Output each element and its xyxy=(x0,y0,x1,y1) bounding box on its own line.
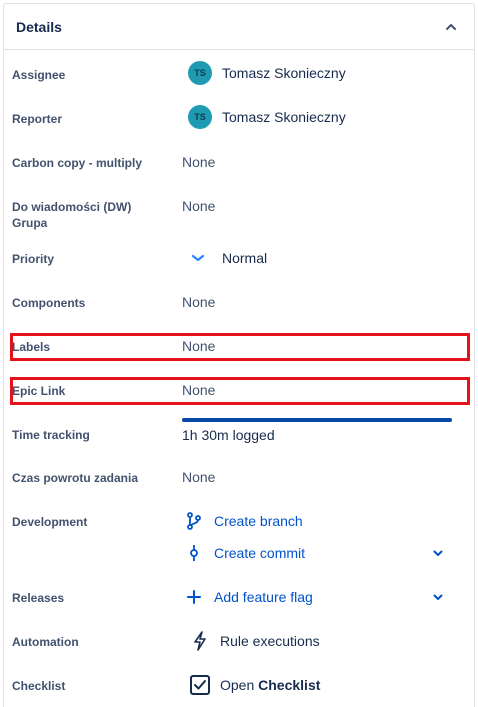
details-header[interactable]: Details xyxy=(4,4,474,50)
priority-label: Priority xyxy=(12,252,55,266)
reporter-value[interactable]: TS Tomasz Skonieczny xyxy=(186,105,346,129)
lightning-icon xyxy=(188,631,212,651)
create-branch-text: Create branch xyxy=(214,513,303,529)
do-wiadomosci-value[interactable]: None xyxy=(182,195,215,217)
open-checklist-link[interactable]: Open Checklist xyxy=(186,674,320,696)
carbon-copy-label: Carbon copy - multiply xyxy=(12,156,143,170)
add-feature-flag-text: Add feature flag xyxy=(214,589,313,605)
checklist-label: Checklist xyxy=(12,679,66,693)
chevron-down-icon[interactable] xyxy=(431,546,445,560)
time-tracking-progress-fill xyxy=(182,418,452,422)
czas-powrotu-value[interactable]: None xyxy=(182,466,215,488)
branch-icon xyxy=(182,512,206,530)
czas-powrotu-label: Czas powrotu zadania xyxy=(12,471,139,485)
avatar: TS xyxy=(188,105,212,129)
rule-executions-link[interactable]: Rule executions xyxy=(188,630,320,652)
time-tracking-label: Time tracking xyxy=(12,428,90,442)
add-feature-flag-link[interactable]: Add feature flag xyxy=(182,586,313,608)
time-tracking-progress-bar[interactable] xyxy=(182,418,452,422)
checkbox-icon xyxy=(186,674,214,696)
automation-label: Automation xyxy=(12,635,79,649)
do-wiadomosci-label-line2: Grupa xyxy=(12,216,48,230)
time-tracking-value[interactable]: 1h 30m logged xyxy=(182,425,275,445)
assignee-label: Assignee xyxy=(12,68,66,82)
epic-link-label: Epic Link xyxy=(12,384,66,398)
carbon-copy-value[interactable]: None xyxy=(182,151,215,173)
open-checklist-word: Checklist xyxy=(258,677,321,693)
chevron-down-icon[interactable] xyxy=(431,590,445,604)
create-commit-text: Create commit xyxy=(214,545,306,561)
create-branch-link[interactable]: Create branch xyxy=(182,510,303,532)
rule-executions-text: Rule executions xyxy=(220,633,320,649)
components-label: Components xyxy=(12,296,86,310)
epic-link-value[interactable]: None xyxy=(182,379,215,401)
priority-text: Normal xyxy=(222,250,268,266)
labels-value[interactable]: None xyxy=(182,335,215,357)
open-checklist-prefix: Open xyxy=(220,677,255,693)
create-commit-link[interactable]: Create commit xyxy=(182,542,305,564)
assignee-value[interactable]: TS Tomasz Skonieczny xyxy=(186,61,346,85)
chevron-down-icon xyxy=(188,254,208,262)
plus-icon xyxy=(182,590,206,604)
development-label: Development xyxy=(12,515,88,529)
commit-icon xyxy=(182,544,206,562)
releases-label: Releases xyxy=(12,591,65,605)
assignee-name: Tomasz Skonieczny xyxy=(222,65,346,81)
details-title: Details xyxy=(16,18,62,35)
labels-label: Labels xyxy=(12,340,51,354)
chevron-up-icon[interactable] xyxy=(440,16,462,38)
reporter-name: Tomasz Skonieczny xyxy=(222,109,346,125)
do-wiadomosci-label: Do wiadomości (DW) Grupa xyxy=(12,199,172,231)
components-value[interactable]: None xyxy=(182,291,215,313)
reporter-label: Reporter xyxy=(12,112,63,126)
priority-value[interactable]: Normal xyxy=(188,247,267,269)
avatar: TS xyxy=(188,61,212,85)
do-wiadomosci-label-line1: Do wiadomości (DW) xyxy=(12,200,132,214)
